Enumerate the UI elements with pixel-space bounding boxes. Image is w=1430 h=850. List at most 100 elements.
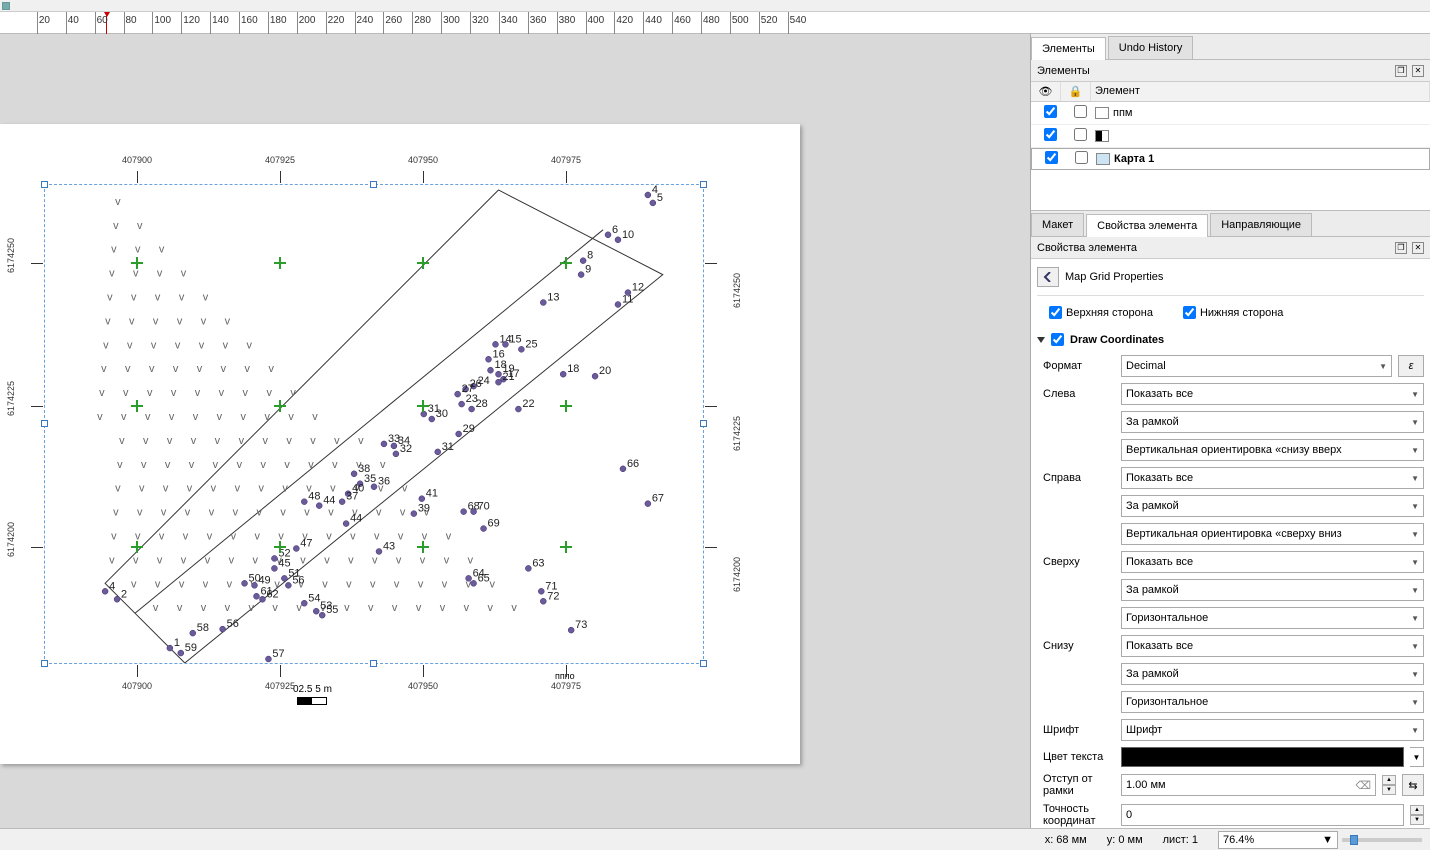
grid-coordinate-y: 6174250: [732, 273, 742, 308]
svg-text:v: v: [119, 435, 125, 447]
layout-item-row[interactable]: ппм: [1031, 102, 1430, 125]
spin-down-button[interactable]: ▼: [1410, 815, 1424, 825]
layout-canvas[interactable]: vvvvvvvvvvvvvvvvvvvvvvvvvvvvvvvvvvvvvvvv…: [0, 34, 1030, 828]
grid-coordinate-x: 407950: [408, 155, 438, 165]
item-visible-checkbox[interactable]: [1045, 151, 1058, 164]
svg-text:57: 57: [272, 648, 284, 660]
svg-text:v: v: [444, 554, 450, 566]
svg-text:v: v: [290, 387, 296, 399]
svg-text:v: v: [219, 387, 225, 399]
data-defined-button[interactable]: ⇆: [1402, 774, 1424, 796]
tab-направляющие[interactable]: Направляющие: [1210, 213, 1312, 236]
svg-text:v: v: [256, 507, 262, 519]
side-orientation-select[interactable]: Вертикальная ориентировка «снизу вверх▼: [1121, 439, 1424, 461]
svg-text:10: 10: [622, 229, 634, 241]
zoom-slider[interactable]: [1342, 838, 1422, 842]
item-lock-checkbox[interactable]: [1075, 151, 1088, 164]
item-visible-checkbox[interactable]: [1044, 105, 1057, 118]
svg-text:v: v: [247, 339, 253, 351]
spin-up-button[interactable]: ▲: [1382, 775, 1396, 785]
side-position-select[interactable]: За рамкой▼: [1121, 663, 1424, 685]
svg-text:v: v: [155, 292, 161, 304]
format-expression-button[interactable]: ε: [1398, 355, 1424, 377]
tab-undo-history[interactable]: Undo History: [1108, 36, 1194, 59]
svg-text:v: v: [380, 459, 386, 471]
svg-text:v: v: [207, 531, 213, 543]
spin-up-button[interactable]: ▲: [1410, 805, 1424, 815]
svg-text:12: 12: [632, 282, 644, 294]
mid-panel-tabs: МакетСвойства элементаНаправляющие: [1031, 210, 1430, 237]
svg-text:v: v: [157, 268, 163, 280]
items-list-empty-area[interactable]: [1031, 170, 1430, 210]
side-show-select[interactable]: Показать все▼: [1121, 551, 1424, 573]
svg-text:v: v: [346, 578, 352, 590]
item-lock-checkbox[interactable]: [1074, 105, 1087, 118]
font-select[interactable]: Шрифт▼: [1121, 719, 1424, 741]
svg-text:44: 44: [350, 513, 362, 525]
top-side-checkbox[interactable]: Верхняя сторона: [1049, 306, 1153, 319]
side-orientation-select[interactable]: Вертикальная ориентировка «сверху вниз▼: [1121, 523, 1424, 545]
map-item-icon: [1096, 153, 1110, 165]
svg-text:v: v: [153, 602, 159, 614]
svg-text:v: v: [402, 483, 408, 495]
precision-input[interactable]: 0: [1121, 804, 1404, 826]
bottom-side-checkbox[interactable]: Нижняя сторона: [1183, 306, 1283, 319]
tab-макет[interactable]: Макет: [1031, 213, 1084, 236]
grid-coordinate-y: 6174200: [732, 557, 742, 592]
ppm-label-item[interactable]: пппо: [555, 671, 575, 681]
zoom-select[interactable]: 76.4%▼: [1218, 831, 1338, 849]
text-color-swatch[interactable]: [1121, 747, 1404, 767]
side-show-select[interactable]: Показать все▼: [1121, 635, 1424, 657]
status-page: лист: 1: [1163, 834, 1198, 846]
item-properties-body[interactable]: Map Grid Properties Верхняя сторона Нижн…: [1031, 259, 1430, 828]
svg-text:18: 18: [567, 363, 579, 375]
grid-coordinate-x: 407950: [408, 681, 438, 691]
panel-close-icon[interactable]: ✕: [1412, 65, 1424, 77]
item-visible-checkbox[interactable]: [1044, 128, 1057, 141]
grid-coordinate-x: 407900: [122, 155, 152, 165]
zoom-slider-thumb[interactable]: [1350, 835, 1358, 845]
scalebar-item[interactable]: 02.5 5 m: [293, 684, 332, 705]
svg-text:v: v: [286, 435, 292, 447]
side-position-select[interactable]: За рамкой▼: [1121, 495, 1424, 517]
svg-text:v: v: [468, 554, 474, 566]
layout-item-row[interactable]: [1031, 125, 1430, 148]
side-orientation-select[interactable]: Горизонтальное▼: [1121, 607, 1424, 629]
spin-down-button[interactable]: ▼: [1382, 785, 1396, 795]
svg-text:v: v: [189, 459, 195, 471]
grid-coordinate-y: 6174225: [6, 381, 16, 416]
map-item[interactable]: vvvvvvvvvvvvvvvvvvvvvvvvvvvvvvvvvvvvvvvv…: [44, 184, 704, 664]
horizontal-ruler[interactable]: 2040608010012014016018020022024026028030…: [0, 12, 1430, 34]
composer-page[interactable]: vvvvvvvvvvvvvvvvvvvvvvvvvvvvvvvvvvvvvvvv…: [0, 124, 800, 764]
svg-text:8: 8: [587, 250, 593, 262]
svg-text:v: v: [111, 244, 117, 256]
svg-text:v: v: [191, 435, 197, 447]
side-position-select[interactable]: За рамкой▼: [1121, 411, 1424, 433]
panel-undock-icon[interactable]: ❐: [1395, 242, 1407, 254]
svg-text:v: v: [161, 507, 167, 519]
svg-text:v: v: [260, 459, 266, 471]
offset-input[interactable]: 1.00 мм⌫: [1121, 774, 1376, 796]
tab-элементы[interactable]: Элементы: [1031, 37, 1106, 60]
panel-close-icon[interactable]: ✕: [1412, 242, 1424, 254]
svg-text:v: v: [217, 411, 223, 423]
svg-text:v: v: [175, 339, 181, 351]
item-lock-checkbox[interactable]: [1074, 128, 1087, 141]
collapse-toggle-icon[interactable]: [1037, 337, 1045, 343]
side-position-select[interactable]: За рамкой▼: [1121, 579, 1424, 601]
format-select[interactable]: Decimal▼: [1121, 355, 1392, 377]
svg-text:29: 29: [463, 423, 475, 435]
svg-text:v: v: [358, 435, 364, 447]
back-button[interactable]: [1037, 267, 1059, 287]
panel-undock-icon[interactable]: ❐: [1395, 65, 1407, 77]
side-orientation-select[interactable]: Горизонтальное▼: [1121, 691, 1424, 713]
draw-coordinates-checkbox[interactable]: [1051, 333, 1064, 346]
color-dropdown-button[interactable]: ▼: [1410, 747, 1424, 767]
side-show-select[interactable]: Показать все▼: [1121, 383, 1424, 405]
clear-icon[interactable]: ⌫: [1355, 779, 1371, 792]
svg-text:v: v: [107, 292, 113, 304]
offset-label: Отступ от рамки: [1037, 773, 1115, 797]
tab-свойства-элемента[interactable]: Свойства элемента: [1086, 214, 1208, 237]
layout-item-row[interactable]: Карта 1: [1031, 148, 1430, 170]
side-show-select[interactable]: Показать все▼: [1121, 467, 1424, 489]
